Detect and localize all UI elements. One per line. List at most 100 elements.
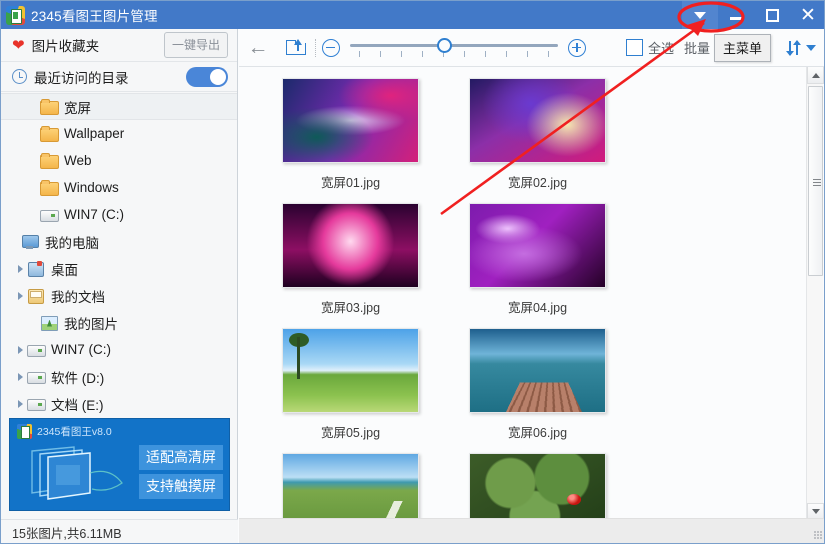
recent-directories-toggle[interactable] xyxy=(186,66,228,87)
tree-item[interactable]: 软件 (D:) xyxy=(1,363,237,390)
tree-item[interactable]: Wallpaper xyxy=(1,120,237,147)
tree-item-label: 我的图片 xyxy=(64,316,118,332)
maximize-button[interactable] xyxy=(754,1,790,29)
thumbnail-image[interactable] xyxy=(469,78,606,163)
toolbar-divider xyxy=(315,38,316,57)
resize-grip-icon[interactable] xyxy=(814,531,823,540)
status-text: 15张图片,共6.11MB xyxy=(12,527,122,541)
docs-icon xyxy=(27,288,45,304)
tree-item-label: 文档 (E:) xyxy=(51,397,104,413)
tree-item[interactable]: Web xyxy=(1,147,237,174)
window-title: 2345看图王图片管理 xyxy=(31,9,158,24)
thumbnail-item[interactable]: 宽屏01.jpg xyxy=(257,78,444,191)
recent-directories-row[interactable]: 最近访问的目录 xyxy=(1,62,237,92)
promo-header: 2345看图王v8.0 xyxy=(10,419,229,439)
one-click-export-button[interactable]: 一键导出 xyxy=(163,32,228,58)
maximize-icon xyxy=(765,8,779,22)
thumbnail-artwork xyxy=(283,204,418,287)
thumbnail-filename: 宽屏02.jpg xyxy=(507,176,568,190)
tree-item[interactable]: 我的图片 xyxy=(1,309,237,336)
thumbnail-filename: 宽屏04.jpg xyxy=(507,301,568,315)
promo-tags: 适配高清屏 支持触摸屏 xyxy=(139,445,223,503)
select-all-checkbox[interactable] xyxy=(625,39,643,56)
chevron-right-icon xyxy=(18,345,23,354)
favorites-row[interactable]: ❤ 图片收藏夹 一键导出 xyxy=(1,29,237,62)
thumbnail-image[interactable] xyxy=(469,453,606,520)
sort-button[interactable] xyxy=(785,39,816,56)
zoom-slider[interactable] xyxy=(350,33,558,63)
promo-product-name: 2345看图王v8.0 xyxy=(37,426,112,438)
thumbnail-filename: 宽屏03.jpg xyxy=(320,301,381,315)
thumbnail-artwork xyxy=(283,79,418,162)
close-button[interactable]: ✕ xyxy=(790,1,824,29)
slider-handle[interactable] xyxy=(437,37,452,53)
thumbnail-image[interactable] xyxy=(282,453,419,520)
scrollbar-thumb[interactable] xyxy=(808,86,823,276)
tree-expander[interactable] xyxy=(14,291,27,300)
close-icon: ✕ xyxy=(800,4,816,26)
promo-banner[interactable]: 2345看图王v8.0 适配高清屏 支持触摸屏 xyxy=(9,418,230,511)
promo-app-icon xyxy=(17,424,32,439)
chevron-down-icon xyxy=(806,44,816,51)
thumbnail-item[interactable]: 宽屏06.jpg xyxy=(444,328,631,441)
minimize-button[interactable] xyxy=(718,1,754,29)
tree-item-label: Wallpaper xyxy=(64,126,125,141)
folder-icon xyxy=(40,179,59,196)
back-button[interactable]: ← xyxy=(239,29,277,67)
thumbnail-item[interactable]: 宽屏08.jpg xyxy=(444,453,631,520)
tree-item-label: 桌面 xyxy=(51,262,78,278)
batch-label[interactable]: 批量 xyxy=(684,38,710,57)
zoom-out-icon[interactable] xyxy=(322,38,340,57)
image-manager-window: 2345看图王图片管理 ✕ ❤ 图片收藏夹 一键导出 最近访问的目录 宽屏 Wa… xyxy=(0,0,825,544)
thumbnail-filename: 宽屏06.jpg xyxy=(507,426,568,440)
select-all-control[interactable]: 全选 xyxy=(625,38,674,57)
thumbnail-filename: 宽屏01.jpg xyxy=(320,176,381,190)
drive-icon xyxy=(27,369,46,385)
thumbnail-item[interactable]: 宽屏05.jpg xyxy=(257,328,444,441)
tree-item[interactable]: 文档 (E:) xyxy=(1,390,237,417)
tree-expander[interactable] xyxy=(14,399,27,408)
tree-item[interactable]: 桌面 xyxy=(1,255,237,282)
tree-expander[interactable] xyxy=(14,372,27,381)
thumbnail-image[interactable] xyxy=(282,78,419,163)
thumbnail-item[interactable]: 宽屏07.jpg xyxy=(257,453,444,520)
thumbnail-image[interactable] xyxy=(469,328,606,413)
tree-item[interactable]: 我的电脑 xyxy=(1,228,237,255)
tree-item[interactable]: 宽屏 xyxy=(1,93,237,120)
tree-item[interactable]: 我的文档 xyxy=(1,282,237,309)
thumbnail-artwork xyxy=(283,454,418,520)
zoom-in-icon[interactable] xyxy=(568,38,586,57)
thumbnail-item[interactable]: 宽屏04.jpg xyxy=(444,203,631,316)
thumbnail-artwork xyxy=(283,329,418,412)
export-folder-button[interactable] xyxy=(277,29,313,67)
vertical-scrollbar[interactable] xyxy=(806,67,824,520)
tree-item[interactable]: WIN7 (C:) xyxy=(1,201,237,228)
thumbnail-item[interactable]: 宽屏02.jpg xyxy=(444,78,631,191)
chevron-down-icon xyxy=(694,11,706,19)
status-bar: 15张图片,共6.11MB xyxy=(1,519,238,543)
thumbnail-item[interactable]: 宽屏03.jpg xyxy=(257,203,444,316)
desktop-icon xyxy=(27,260,45,277)
thumbnail-filename: 宽屏05.jpg xyxy=(320,426,381,440)
tree-item-label: Windows xyxy=(64,180,119,195)
scroll-up-button[interactable] xyxy=(807,67,824,84)
export-folder-icon xyxy=(286,39,306,55)
thumbnail-image[interactable] xyxy=(282,203,419,288)
clock-icon xyxy=(12,69,27,84)
thumbnail-image[interactable] xyxy=(282,328,419,413)
tree-expander[interactable] xyxy=(14,264,27,273)
sidebar: ❤ 图片收藏夹 一键导出 最近访问的目录 宽屏 Wallpaper Web Windo… xyxy=(1,29,238,543)
thumbnail-area[interactable]: 宽屏01.jpg 宽屏02.jpg 宽屏03.jpg 宽屏04.jpg 宽屏05.jpg… xyxy=(239,67,809,520)
thumbnail-artwork xyxy=(470,204,605,287)
tree-item[interactable]: WIN7 (C:) xyxy=(1,336,237,363)
back-arrow-icon: ← xyxy=(247,36,269,59)
thumbnail-artwork xyxy=(470,329,605,412)
promo-body: 适配高清屏 支持触摸屏 xyxy=(10,439,229,510)
titlebar-dropdown-button[interactable] xyxy=(682,1,718,29)
slider-ticks xyxy=(359,50,549,57)
chevron-right-icon xyxy=(18,372,23,381)
tree-expander[interactable] xyxy=(14,345,27,354)
thumbnail-image[interactable] xyxy=(469,203,606,288)
folder-icon xyxy=(40,98,59,115)
tree-item[interactable]: Windows xyxy=(1,174,237,201)
